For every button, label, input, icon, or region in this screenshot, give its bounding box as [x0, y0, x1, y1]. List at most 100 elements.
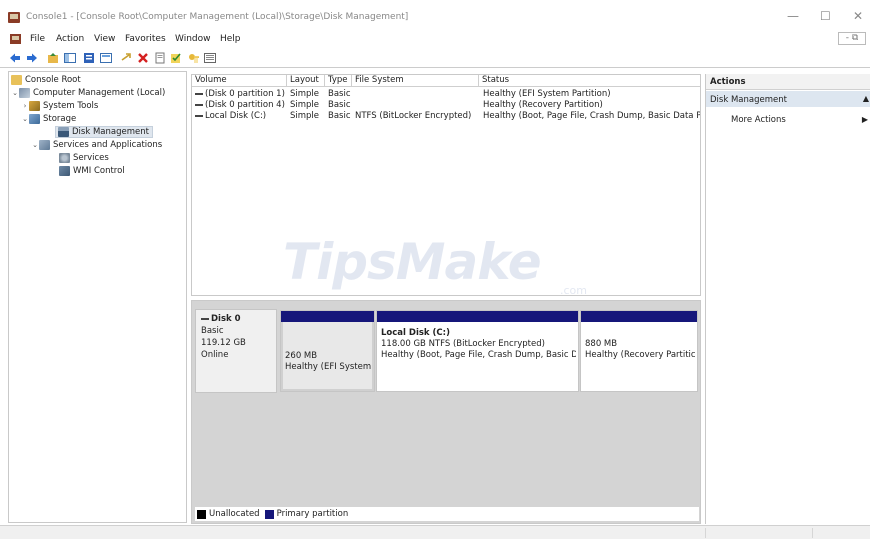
partition-legend: Unallocated Primary partition [195, 507, 699, 521]
tree-label: WMI Control [73, 166, 125, 176]
partition-status: Healthy (Boot, Page File, Crash Dump, Ba… [381, 350, 576, 360]
partition-local-disk-c[interactable]: Local Disk (C:) 118.00 GB NTFS (BitLocke… [376, 310, 579, 392]
tree-item-system-tools[interactable]: › System Tools [21, 100, 98, 112]
properties-icon[interactable] [83, 52, 95, 64]
legend-unallocated: Unallocated [209, 509, 260, 519]
disk-icon [201, 317, 209, 320]
actions-pane: Actions Disk Management ▲ More Actions ▶ [705, 74, 870, 524]
volume-list: Volume Layout Type File System Status (D… [191, 74, 701, 367]
primary-partition-bar [581, 311, 697, 322]
disk-graphical-view: Disk 0 Basic 119.12 GB Online 260 MB Hea… [191, 300, 701, 524]
actions-section-label: Disk Management [710, 95, 787, 105]
partition-efi[interactable]: 260 MB Healthy (EFI System [280, 310, 375, 392]
volume-name: (Disk 0 partition 4) [205, 100, 285, 110]
menu-favorites[interactable]: Favorites [125, 34, 166, 44]
services-gear-icon [59, 153, 70, 163]
legend-primary: Primary partition [276, 509, 349, 519]
menu-view[interactable]: View [94, 34, 115, 44]
actions-header: Actions [706, 74, 870, 90]
collapse-chevron-icon[interactable]: ⌄ [21, 115, 29, 123]
tree-item-console-root[interactable]: Console Root [11, 74, 81, 86]
disk-name: Disk 0 [211, 314, 241, 324]
mdi-window-controls[interactable]: - ⧉ [838, 32, 866, 45]
help-icon[interactable] [100, 52, 112, 64]
disk-state: Online [201, 350, 229, 360]
tree-label: System Tools [43, 101, 99, 111]
partition-recovery[interactable]: 880 MB Healthy (Recovery Partitic [580, 310, 698, 392]
title-bar: Console1 - [Console Root\Computer Manage… [0, 0, 870, 30]
status-segment [812, 528, 813, 538]
menu-help[interactable]: Help [220, 34, 241, 44]
services-applications-icon [39, 140, 50, 150]
column-header-status[interactable]: Status [479, 75, 700, 87]
volume-icon [195, 92, 203, 95]
window-title: Console1 - [Console Root\Computer Manage… [26, 12, 409, 22]
maximize-button[interactable]: ☐ [820, 9, 831, 23]
volume-layout: Simple [290, 111, 320, 121]
partition-title: Local Disk (C:) [381, 328, 450, 338]
connect-icon[interactable] [121, 52, 133, 64]
disk-info-box[interactable]: Disk 0 Basic 119.12 GB Online [195, 309, 277, 393]
toolbar [0, 49, 870, 68]
status-bar [0, 525, 870, 539]
partition-status: Healthy (EFI System [285, 362, 372, 372]
primary-partition-bar [377, 311, 578, 322]
disk-management-icon [58, 127, 69, 137]
tree-item-wmi-control[interactable]: WMI Control [59, 165, 125, 177]
key-icon[interactable] [188, 52, 200, 64]
check-icon[interactable] [170, 52, 182, 64]
tree-label: Console Root [25, 75, 81, 85]
column-header-type[interactable]: Type [325, 75, 352, 87]
export-icon[interactable] [154, 52, 166, 64]
delete-icon[interactable] [137, 52, 149, 64]
primary-partition-swatch [264, 509, 274, 519]
mmc-app-icon [8, 12, 20, 23]
volume-status: Healthy (Recovery Partition) [483, 100, 603, 110]
unallocated-swatch [197, 509, 206, 519]
primary-partition-bar [281, 311, 374, 322]
menu-window[interactable]: Window [175, 34, 211, 44]
show-tree-icon[interactable] [64, 52, 76, 64]
more-actions-link[interactable]: More Actions [731, 115, 786, 125]
computer-management-icon [19, 88, 30, 98]
minimize-button[interactable]: — [787, 9, 799, 23]
console-menu-icon[interactable] [10, 34, 21, 44]
column-header-volume[interactable]: Volume [192, 75, 287, 87]
menu-file[interactable]: File [30, 34, 45, 44]
console-tree: Console Root ⌄ Computer Management (Loca… [8, 71, 187, 523]
folder-icon [11, 75, 22, 85]
tree-label: Services [73, 153, 109, 163]
tree-item-disk-management[interactable]: Disk Management [55, 126, 153, 138]
tree-item-services-and-applications[interactable]: ⌄ Services and Applications [31, 139, 162, 151]
volume-layout: Simple [290, 89, 320, 99]
tree-item-computer-management[interactable]: ⌄ Computer Management (Local) [11, 87, 165, 99]
volume-type: Basic [328, 100, 351, 110]
partition-size: 880 MB [585, 339, 618, 349]
list-view-icon[interactable] [204, 52, 216, 64]
partition-size: 260 MB [285, 351, 318, 361]
volume-type: Basic [328, 111, 351, 121]
tree-item-storage[interactable]: ⌄ Storage [21, 113, 76, 125]
collapse-chevron-icon[interactable]: ⌄ [11, 89, 19, 97]
status-segment [705, 528, 706, 538]
collapse-up-icon[interactable]: ▲ [863, 94, 869, 103]
submenu-arrow-icon[interactable]: ▶ [862, 115, 868, 124]
expand-chevron-icon[interactable]: › [21, 102, 29, 110]
close-button[interactable]: ✕ [853, 9, 863, 23]
actions-section-disk-management[interactable]: Disk Management ▲ [706, 91, 870, 107]
volume-status: Healthy (Boot, Page File, Crash Dump, Ba… [483, 111, 700, 121]
volume-file-system [355, 100, 479, 111]
tree-item-services[interactable]: Services [59, 152, 109, 164]
menu-action[interactable]: Action [56, 34, 84, 44]
storage-icon [29, 114, 40, 124]
forward-arrow-icon[interactable] [26, 52, 38, 64]
wmi-control-icon [59, 166, 70, 176]
up-folder-icon[interactable] [47, 52, 59, 64]
collapse-chevron-icon[interactable]: ⌄ [31, 141, 39, 149]
column-header-file-system[interactable]: File System [352, 75, 479, 87]
column-header-layout[interactable]: Layout [287, 75, 325, 87]
back-arrow-icon[interactable] [9, 52, 21, 64]
volume-type: Basic [328, 89, 351, 99]
volume-file-system [355, 89, 479, 100]
disk-type: Basic [201, 326, 224, 336]
